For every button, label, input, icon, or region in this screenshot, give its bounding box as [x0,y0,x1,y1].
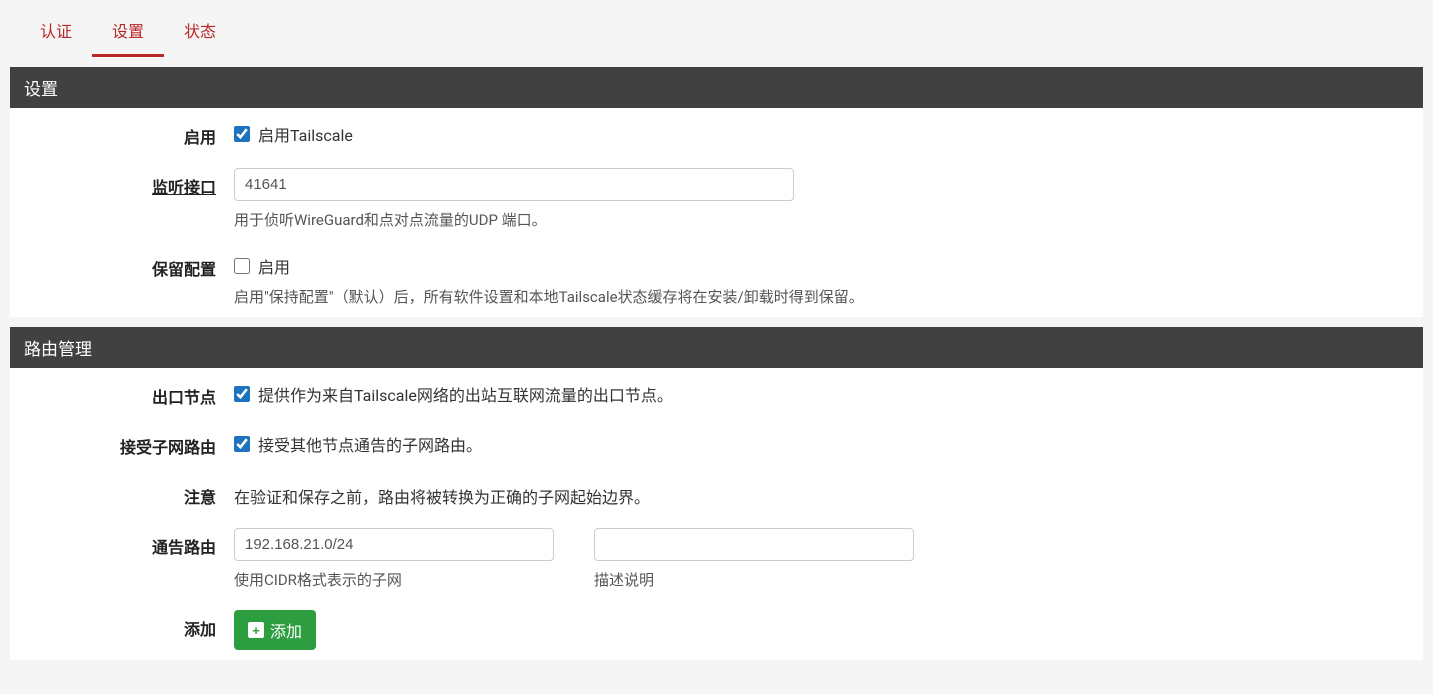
row-keep-config: 保留配置 启用 启用"保持配置"（默认）后，所有软件设置和本地Tailscale… [10,240,1423,317]
section-routing: 路由管理 出口节点 提供作为来自Tailscale网络的出站互联网流量的出口节点… [10,327,1423,660]
help-advertise-subnet: 使用CIDR格式表示的子网 [234,569,554,590]
input-advertise-desc[interactable] [594,528,914,561]
help-advertise-desc: 描述说明 [594,569,914,590]
row-exit-node: 出口节点 提供作为来自Tailscale网络的出站互联网流量的出口节点。 [10,368,1423,418]
label-keep-config: 保留配置 [24,250,234,280]
row-listen-port: 监听接口 用于侦听WireGuard和点对点流量的UDP 端口。 [10,158,1423,240]
label-enable: 启用 [24,118,234,148]
checkbox-accept-subnet[interactable] [234,436,250,452]
checkbox-keep-config-text: 启用 [258,254,290,278]
add-button-text: 添加 [270,618,302,642]
row-accept-subnet: 接受子网路由 接受其他节点通告的子网路由。 [10,418,1423,468]
label-advertise: 通告路由 [24,528,234,558]
label-add: 添加 [24,610,234,640]
tab-auth[interactable]: 认证 [20,8,92,57]
checkbox-exit-node-text: 提供作为来自Tailscale网络的出站互联网流量的出口节点。 [258,382,673,406]
checkbox-accept-subnet-text: 接受其他节点通告的子网路由。 [258,432,482,456]
checkbox-enable[interactable] [234,126,250,142]
checkbox-enable-text: 启用Tailscale [258,122,353,146]
label-listen-port: 监听接口 [24,168,234,198]
label-exit-node: 出口节点 [24,378,234,408]
section-routing-header: 路由管理 [10,327,1423,368]
tab-bar: 认证 设置 状态 [0,8,1433,57]
checkbox-keep-config[interactable] [234,258,250,274]
notice-text: 在验证和保存之前，路由将被转换为正确的子网起始边界。 [234,478,1409,508]
label-accept-subnet: 接受子网路由 [24,428,234,458]
section-settings: 设置 启用 启用Tailscale 监听接口 用于侦听WireGuard和点对点… [10,67,1423,317]
row-notice: 注意 在验证和保存之前，路由将被转换为正确的子网起始边界。 [10,468,1423,518]
label-notice: 注意 [24,478,234,508]
tab-settings[interactable]: 设置 [92,8,164,57]
row-enable: 启用 启用Tailscale [10,108,1423,158]
input-advertise-subnet[interactable] [234,528,554,561]
add-button[interactable]: + 添加 [234,610,316,650]
tab-status[interactable]: 状态 [164,8,236,57]
checkbox-exit-node[interactable] [234,386,250,402]
input-listen-port[interactable] [234,168,794,201]
plus-icon: + [248,622,264,638]
help-listen-port: 用于侦听WireGuard和点对点流量的UDP 端口。 [234,209,1409,230]
row-add: 添加 + 添加 [10,600,1423,660]
help-keep-config: 启用"保持配置"（默认）后，所有软件设置和本地Tailscale状态缓存将在安装… [234,286,1409,307]
row-advertise: 通告路由 使用CIDR格式表示的子网 描述说明 [10,518,1423,600]
section-settings-header: 设置 [10,67,1423,108]
